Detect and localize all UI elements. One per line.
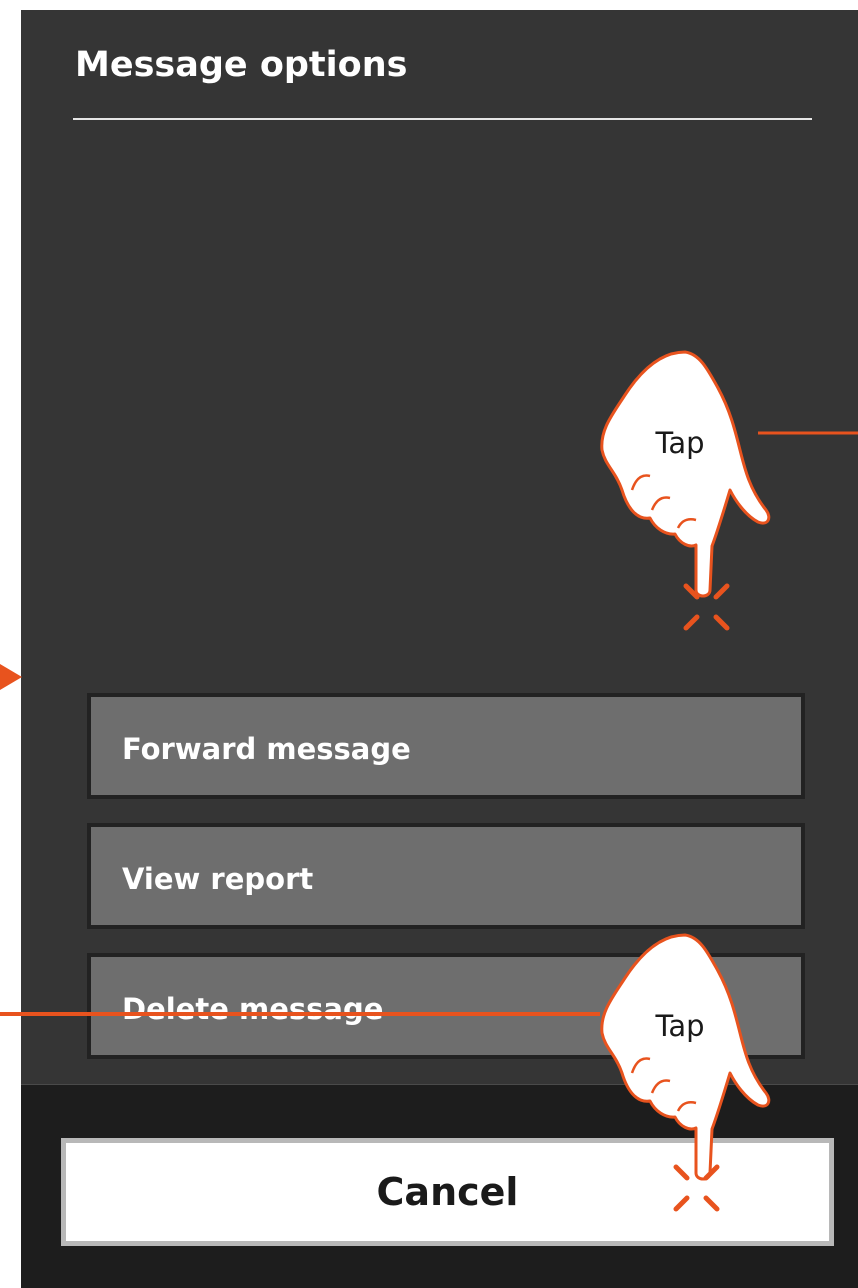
dialog-footer: Cancel	[21, 1084, 858, 1288]
delete-message-label: Delete message	[122, 992, 384, 1026]
arrow-right-icon	[0, 664, 22, 690]
page: Message options Forward message View rep…	[0, 0, 858, 1288]
cancel-button[interactable]: Cancel	[61, 1138, 834, 1246]
delete-message-button[interactable]: Delete message	[87, 953, 805, 1059]
title-divider	[73, 118, 812, 120]
view-report-button[interactable]: View report	[87, 823, 805, 929]
forward-message-button[interactable]: Forward message	[87, 693, 805, 799]
dialog-title: Message options	[75, 45, 408, 85]
message-options-dialog: Message options Forward message View rep…	[21, 10, 858, 1288]
view-report-label: View report	[122, 862, 314, 896]
forward-message-label: Forward message	[122, 732, 411, 766]
